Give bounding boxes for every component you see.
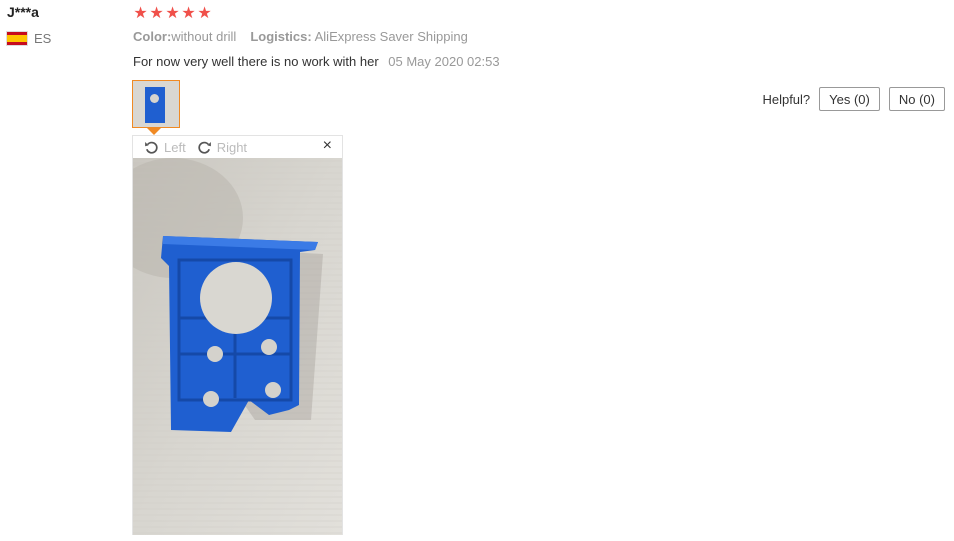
- star-icon: ★: [149, 5, 164, 22]
- photo-viewer: Left Right ×: [132, 135, 343, 535]
- color-attribute: Color:without drill: [133, 29, 236, 44]
- review-photo: [133, 158, 342, 535]
- review-text: For now very well there is no work with …: [133, 54, 379, 69]
- helpful-label: Helpful?: [762, 91, 811, 107]
- rating-stars: ★ ★ ★ ★ ★: [133, 6, 212, 22]
- review-date: 05 May 2020 02:53: [388, 54, 500, 69]
- star-icon: ★: [165, 5, 180, 22]
- rotate-right-button[interactable]: Right: [196, 139, 247, 156]
- close-icon[interactable]: ×: [323, 137, 332, 155]
- country-code: ES: [34, 31, 52, 46]
- logistics-value: AliExpress Saver Shipping: [314, 29, 468, 44]
- rotate-left-button[interactable]: Left: [143, 139, 186, 156]
- logistics-attribute: Logistics: AliExpress Saver Shipping: [250, 29, 468, 44]
- rotate-right-label: Right: [216, 139, 248, 155]
- review-photo-thumbnail[interactable]: [132, 80, 180, 128]
- helpful-yes-button[interactable]: Yes (0): [819, 87, 880, 111]
- review-feedback: For now very well there is no work with …: [133, 54, 500, 69]
- color-value: without drill: [171, 29, 237, 44]
- star-icon: ★: [181, 5, 196, 22]
- review-attributes: Color:without drill Logistics: AliExpres…: [133, 29, 468, 44]
- photo-viewer-toolbar: Left Right ×: [133, 136, 342, 158]
- rotate-left-label: Left: [164, 139, 186, 155]
- star-icon: ★: [133, 5, 148, 22]
- thumbnail-pointer: [147, 128, 161, 135]
- color-key: Color:: [133, 29, 172, 44]
- helpful-no-button[interactable]: No (0): [888, 87, 945, 111]
- logistics-key: Logistics:: [250, 29, 312, 44]
- helpful-section: Helpful? Yes (0) No (0): [762, 87, 945, 111]
- rotate-left-icon: [145, 141, 158, 154]
- star-icon: ★: [197, 5, 212, 22]
- spain-flag-icon: [7, 32, 27, 45]
- reviewer-country: ES: [7, 31, 51, 46]
- reviewer-name: J***a: [7, 4, 39, 20]
- rotate-right-icon: [198, 141, 211, 154]
